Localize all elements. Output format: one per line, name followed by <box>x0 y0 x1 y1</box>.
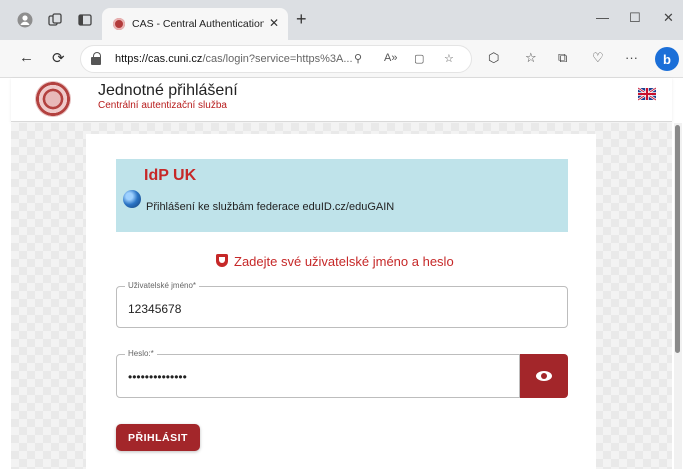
eye-icon <box>536 371 552 381</box>
new-tab-button[interactable]: + <box>296 9 307 30</box>
active-tab[interactable]: CAS - Central Authentication Se ✕ <box>102 8 288 40</box>
workspaces-icon[interactable] <box>47 12 63 28</box>
tab-actions-icon[interactable] <box>77 12 93 28</box>
profile-icon[interactable] <box>17 12 33 28</box>
page-subtitle: Centrální autentizační služba <box>98 100 227 111</box>
performance-icon[interactable]: ♡ <box>592 50 604 66</box>
shield-icon <box>216 254 228 267</box>
lock-icon[interactable] <box>91 52 103 65</box>
close-tab-icon[interactable]: ✕ <box>269 16 279 30</box>
url-host: https://cas.cuni.cz <box>115 53 203 65</box>
collections-icon[interactable]: ⧉ <box>558 50 567 66</box>
idp-title: IdP UK <box>144 167 197 184</box>
reader-view-icon[interactable]: ▢ <box>414 52 424 65</box>
tab-title: CAS - Central Authentication Se <box>132 18 264 30</box>
password-field[interactable]: Heslo:* •••••••••••••• <box>116 349 520 398</box>
site-favicon-icon <box>113 18 125 30</box>
more-options-icon[interactable]: ··· <box>625 50 638 65</box>
maximize-button[interactable]: ☐ <box>629 10 641 26</box>
read-aloud-icon[interactable]: A» <box>384 52 397 64</box>
search-page-icon[interactable]: ⚲ <box>354 52 362 65</box>
url-path: /cas/login?service=https%3A... <box>202 53 353 65</box>
favorite-star-icon[interactable]: ☆ <box>444 52 454 65</box>
refresh-icon[interactable]: ⟳ <box>52 49 65 67</box>
address-bar[interactable]: https://cas.cuni.cz/cas/login?service=ht… <box>80 45 472 73</box>
username-value[interactable]: 12345678 <box>128 302 181 316</box>
password-label: Heslo:* <box>125 349 157 358</box>
browser-toolbar: ← ⟳ https://cas.cuni.cz/cas/login?servic… <box>0 40 683 78</box>
idp-info-box: IdP UK Přihlášení ke službám federace ed… <box>116 159 568 232</box>
page-scrollbar[interactable] <box>674 123 682 469</box>
url-text: https://cas.cuni.cz/cas/login?service=ht… <box>115 53 353 65</box>
login-prompt-text: Zadejte své uživatelské jméno a heslo <box>234 254 454 269</box>
favorites-icon[interactable]: ☆ <box>525 50 537 66</box>
minimize-button[interactable]: — <box>596 10 609 25</box>
login-prompt: Zadejte své uživatelské jméno a heslo <box>216 254 454 269</box>
login-button[interactable]: PŘIHLÁSIT <box>116 424 200 451</box>
close-window-button[interactable]: ✕ <box>663 10 674 26</box>
extensions-icon[interactable]: ⬡ <box>488 50 499 66</box>
show-password-button[interactable] <box>520 354 568 398</box>
idp-description: Přihlášení ke službám federace eduID.cz/… <box>146 201 395 213</box>
globe-icon <box>123 190 141 208</box>
scrollbar-thumb[interactable] <box>675 125 680 353</box>
site-header: Jednotné přihlášení Centrální autentizač… <box>11 78 672 122</box>
page-title: Jednotné přihlášení <box>98 82 238 99</box>
english-flag-icon[interactable] <box>638 87 656 101</box>
back-arrow-icon[interactable]: ← <box>19 49 34 66</box>
username-label: Uživatelské jméno* <box>125 281 200 290</box>
username-field[interactable]: Uživatelské jméno* 12345678 <box>116 281 568 328</box>
browser-tab-bar: CAS - Central Authentication Se ✕ + — ☐ … <box>0 0 683 40</box>
copilot-icon[interactable]: b <box>655 47 679 71</box>
university-seal-logo <box>35 81 71 117</box>
password-value[interactable]: •••••••••••••• <box>128 370 187 384</box>
